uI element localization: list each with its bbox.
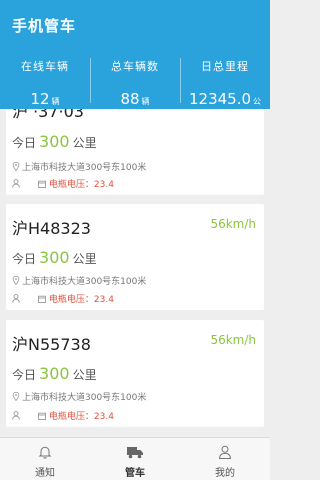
- address-text: 上海市科技大道300号东100米: [22, 277, 147, 287]
- calendar-icon: [37, 412, 46, 420]
- address-row: 上海市科技大道300号东100米: [12, 390, 146, 403]
- voltage-text: 电瓶电压：23.4: [48, 295, 114, 305]
- app-title: 手机管车: [12, 17, 77, 35]
- distance-value: 300: [39, 248, 70, 267]
- stat-label: 日总里程: [201, 60, 249, 73]
- stat-value: 88: [120, 90, 140, 108]
- tab-profile[interactable]: 我的: [180, 438, 270, 480]
- location-pin-icon: [12, 162, 20, 171]
- distance-value: 300: [39, 132, 70, 151]
- stat-unit: 辆: [141, 97, 150, 106]
- stat-label: 总车辆数: [111, 60, 159, 73]
- driver-icon: [12, 294, 20, 303]
- today-distance: 今日 300 公里: [12, 132, 97, 151]
- vehicle-list[interactable]: 沪 ·37·03 今日 300 公里 上海市科技大道300号东100米 电瓶电压：2…: [0, 109, 270, 437]
- today-distance: 今日 300 公里: [12, 364, 97, 383]
- voltage-text: 电瓶电压：23.4: [48, 180, 114, 190]
- meta-row: 电瓶电压：23.4: [12, 292, 114, 305]
- distance-unit: 公里: [72, 368, 97, 382]
- vehicle-card[interactable]: 沪H48323 56km/h 今日 300 公里 上海市科技大道300号东100米 …: [6, 204, 264, 310]
- plate-number: 沪H48323: [12, 219, 91, 238]
- distance-unit: 公里: [72, 252, 97, 266]
- stat-daily-mileage[interactable]: 日总里程 12345.0 公: [180, 52, 270, 109]
- distance-value: 300: [39, 364, 70, 383]
- today-label: 今日: [12, 368, 37, 382]
- stat-value: 12345.0: [188, 90, 252, 108]
- calendar-icon: [37, 295, 46, 303]
- plate-number: 沪N55738: [12, 335, 91, 354]
- plate-number: 沪 ·37·03: [12, 109, 84, 121]
- stat-total-vehicles[interactable]: 总车辆数 88 辆: [90, 52, 180, 109]
- meta-row: 电瓶电压：23.4: [12, 409, 114, 422]
- address-text: 上海市科技大道300号东100米: [22, 163, 147, 173]
- speed-value: 56km/h: [210, 217, 256, 231]
- address-row: 上海市科技大道300号东100米: [12, 274, 146, 287]
- header-bar: 手机管车 在线车辆 12 辆 总车辆数 88 辆 日总里程 12345.0 公: [0, 0, 270, 109]
- tab-notifications[interactable]: 通知: [0, 438, 90, 480]
- stat-unit: 辆: [51, 97, 60, 106]
- today-label: 今日: [12, 252, 37, 266]
- stat-label: 在线车辆: [21, 60, 69, 73]
- voltage-text: 电瓶电压：23.4: [48, 412, 114, 422]
- vehicle-card[interactable]: 沪 ·37·03 今日 300 公里 上海市科技大道300号东100米 电瓶电压：2…: [6, 109, 264, 195]
- location-pin-icon: [12, 392, 20, 401]
- today-distance: 今日 300 公里: [12, 248, 97, 267]
- distance-unit: 公里: [72, 136, 97, 150]
- address-row: 上海市科技大道300号东100米: [12, 160, 146, 173]
- today-label: 今日: [12, 136, 37, 150]
- speed-value: 56km/h: [210, 333, 256, 347]
- stat-online-vehicles[interactable]: 在线车辆 12 辆: [0, 52, 90, 109]
- tab-label: 我的: [215, 468, 235, 479]
- stats-panel: 在线车辆 12 辆 总车辆数 88 辆 日总里程 12345.0 公: [0, 52, 270, 109]
- driver-icon: [12, 179, 20, 188]
- address-text: 上海市科技大道300号东100米: [22, 393, 147, 403]
- stat-unit: 公: [253, 97, 262, 106]
- bottom-tab-bar: 通知 管车 我的: [0, 437, 270, 480]
- driver-icon: [12, 411, 20, 420]
- tab-label: 通知: [35, 468, 55, 479]
- vehicle-card[interactable]: 沪N55738 56km/h 今日 300 公里 上海市科技大道300号东100米 …: [6, 320, 264, 427]
- bell-icon: [38, 446, 52, 459]
- user-icon: [218, 445, 232, 459]
- stat-value: 12: [30, 90, 50, 108]
- meta-row: 电瓶电压：23.4: [12, 177, 114, 190]
- tab-vehicles[interactable]: 管车: [90, 438, 180, 480]
- truck-icon: [127, 447, 143, 459]
- location-pin-icon: [12, 276, 20, 285]
- tab-label: 管车: [125, 468, 145, 479]
- calendar-icon: [37, 180, 46, 188]
